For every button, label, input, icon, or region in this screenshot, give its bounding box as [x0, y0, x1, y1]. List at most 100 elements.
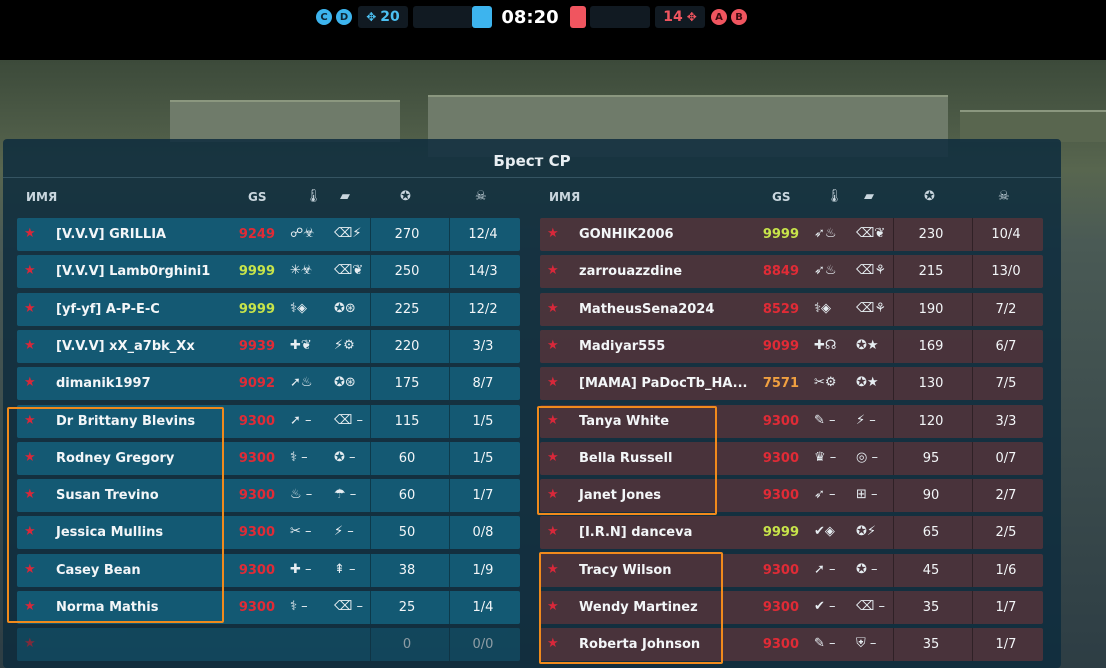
gear-score: 9999	[762, 227, 799, 242]
players-icon: ✥	[686, 10, 697, 24]
player-name: [V.V.V] Lamb0rghini1	[56, 264, 211, 280]
hull-modules-icon: ⇞ –	[334, 561, 356, 577]
column-divider	[370, 441, 371, 475]
gear-score: 9300	[238, 525, 275, 541]
column-divider	[370, 404, 371, 438]
player-row[interactable]: ★ MatheusSena2024 8529 ⚕◈ ⌫⚘ 190 7/2	[540, 292, 1043, 326]
kills-deaths: 14/3	[468, 264, 498, 280]
player-row[interactable]: ★ [V.V.V] Lamb0rghini1 9999 ✳☣ ⌫❦ 250 14/3	[17, 255, 520, 289]
player-row[interactable]: ★ [V.V.V] xX_a7bk_Xx 9939 ✚❦ ⚡⚙ 220 3/3	[17, 329, 520, 363]
turret-modules-icon: ✚ –	[290, 561, 312, 577]
kills-deaths: 7/5	[995, 376, 1017, 392]
red-flag-icon	[570, 6, 586, 28]
skull-icon: ☠	[998, 189, 1010, 204]
turret-modules-icon: ✎ –	[814, 412, 836, 428]
header-name: ИМЯ	[549, 190, 581, 204]
match-timer: 08:20	[501, 6, 559, 28]
player-name: [yf-yf] A-P-E-C	[56, 301, 160, 317]
building-wall	[960, 110, 1106, 142]
player-row[interactable]: ★ [V.V.V] GRILLIA 9249 ☍☣ ⌫⚡ 270 12/4	[17, 218, 520, 251]
hull-modules-icon: ⌫⚡	[334, 226, 362, 241]
kills-deaths: 1/9	[472, 562, 494, 578]
column-divider	[893, 255, 894, 289]
player-row[interactable]: ★ [MAMA] PaDocTb_HA... 7571 ✂⚙ ✪★ 130 7/5	[540, 367, 1043, 401]
hull-modules-icon: ⛨ –	[856, 636, 877, 652]
red-bar	[590, 6, 650, 28]
player-name: zarrouazzdine	[579, 264, 683, 280]
kills-deaths: 1/7	[472, 488, 494, 504]
column-divider	[893, 516, 894, 550]
skull-icon: ☠	[475, 189, 487, 204]
player-name: [MAMA] PaDocTb_HA...	[579, 376, 748, 392]
turret-modules-icon: ✂⚙	[814, 375, 837, 391]
blue-point-icon: D	[336, 9, 352, 25]
hull-modules-icon: ✪★	[856, 375, 879, 391]
player-score: 90	[922, 488, 940, 504]
kills-deaths: 2/7	[995, 488, 1017, 504]
blue-count-value: 20	[380, 9, 400, 25]
turret-modules-icon: ⚕◈	[814, 300, 832, 316]
player-row[interactable]: ★ 0 0/0	[17, 628, 520, 662]
gear-score: 9300	[762, 562, 799, 578]
gear-score: 7571	[762, 376, 799, 392]
gear-score: 9300	[238, 413, 275, 429]
gear-score: 9092	[238, 376, 275, 392]
red-point-icon: A	[711, 9, 727, 25]
column-divider	[893, 628, 894, 662]
column-divider	[893, 553, 894, 587]
player-score: 250	[394, 264, 420, 280]
kills-deaths: 1/5	[472, 450, 494, 466]
player-row[interactable]: ★ GONHIK2006 9999 ➶♨ ⌫❦ 230 10/4	[540, 218, 1043, 251]
player-score: 60	[398, 450, 416, 466]
turret-modules-icon: ✚☊	[814, 337, 837, 353]
turret-modules-icon: ✂ –	[290, 524, 312, 540]
gear-score: 8529	[762, 301, 799, 317]
kills-deaths: 1/6	[995, 562, 1017, 578]
kills-deaths: 0/7	[995, 450, 1017, 466]
gear-score: 9300	[762, 450, 799, 466]
player-score: 35	[922, 637, 940, 653]
turret-modules-icon: ☍☣	[290, 226, 315, 241]
gear-score: 9999	[238, 264, 275, 280]
hull-modules-icon: ⌫❦	[856, 226, 886, 241]
player-row[interactable]: ★ [I.R.N] danceva 9999 ✔◈ ✪⚡ 65 2/5	[540, 516, 1043, 550]
rank-icon: ★	[24, 337, 36, 353]
kills-deaths: 3/3	[472, 338, 494, 354]
gear-score: 9999	[238, 301, 275, 317]
hull-modules-icon: ☂ –	[334, 487, 357, 503]
player-score: 60	[398, 488, 416, 504]
hull-modules-icon: ✪★	[856, 337, 879, 353]
column-divider	[893, 292, 894, 326]
turret-modules-icon: ✔ –	[814, 599, 836, 614]
gear-score: 9300	[762, 488, 799, 504]
column-divider	[370, 553, 371, 587]
turret-modules-icon: ✚❦	[290, 337, 312, 353]
player-row[interactable]: ★ [yf-yf] A-P-E-C 9999 ⚕◈ ✪⊛ 225 12/2	[17, 292, 520, 326]
player-score: 270	[394, 227, 420, 242]
header-gs: GS	[772, 190, 791, 204]
hull-modules-icon: ⚡ –	[856, 412, 876, 428]
hull-modules-icon: ✪ –	[334, 449, 356, 465]
player-row[interactable]: ★ dimanik1997 9092 ➚♨ ✪⊛ 175 8/7	[17, 367, 520, 401]
tank-icon: ▰	[340, 189, 350, 204]
column-divider	[893, 479, 894, 513]
gear-score: 9999	[762, 525, 799, 541]
player-score: 175	[394, 376, 420, 392]
player-score: 95	[922, 450, 940, 466]
thermometer-icon: 🌡	[826, 189, 843, 204]
gear-score: 9939	[238, 338, 275, 354]
player-name: [V.V.V] GRILLIA	[56, 227, 167, 242]
rank-icon: ★	[24, 300, 36, 316]
column-divider	[370, 218, 371, 251]
player-row[interactable]: ★ zarrouazzdine 8849 ➶♨ ⌫⚘ 215 13/0	[540, 255, 1043, 289]
star-badge-icon: ✪	[924, 189, 935, 204]
header-name: ИМЯ	[26, 190, 58, 204]
thermometer-icon: 🌡	[305, 189, 322, 204]
map-title: Брест CP	[493, 152, 571, 170]
kills-deaths: 2/5	[995, 525, 1017, 541]
turret-modules-icon: ♛ –	[814, 449, 837, 465]
column-divider	[370, 292, 371, 326]
player-row[interactable]: ★ Madiyar555 9099 ✚☊ ✪★ 169 6/7	[540, 329, 1043, 363]
kills-deaths: 1/7	[995, 637, 1017, 653]
hull-modules-icon: ⌫⚘	[856, 300, 887, 316]
